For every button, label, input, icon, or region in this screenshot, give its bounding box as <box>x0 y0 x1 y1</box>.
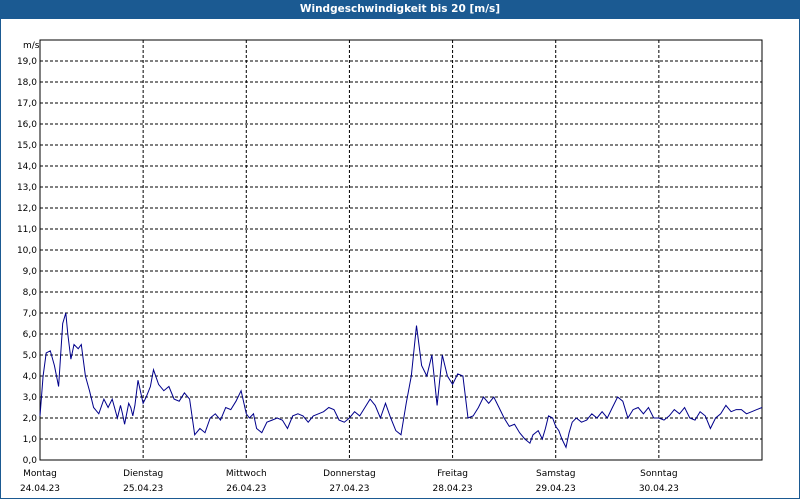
x-tick-day: Donnerstag <box>323 469 376 479</box>
y-tick-label: 8,0 <box>23 288 38 298</box>
grid-lines <box>40 39 763 460</box>
y-tick-label: 1,0 <box>23 435 38 445</box>
x-tick-date: 25.04.23 <box>123 484 163 494</box>
y-tick-label: 14,0 <box>17 162 37 172</box>
series-group <box>39 312 763 449</box>
y-axis-unit: m/s <box>23 41 40 51</box>
x-tick-date: 24.04.23 <box>20 484 60 494</box>
y-tick-label: 9,0 <box>23 267 38 277</box>
y-tick-label: 5,0 <box>23 351 38 361</box>
x-tick-date: 27.04.23 <box>329 484 369 494</box>
y-tick-label: 3,0 <box>23 393 38 403</box>
wind-speed-line <box>39 312 763 449</box>
y-tick-label: 12,0 <box>17 204 37 214</box>
x-tick-day: Dienstag <box>123 469 163 479</box>
y-tick-label: 18,0 <box>17 78 37 88</box>
x-tick-date: 30.04.23 <box>639 484 679 494</box>
y-tick-label: 17,0 <box>17 99 37 109</box>
y-tick-labels: 0,0 1,0 2,0 3,0 4,0 5,0 6,0 7,0 8,0 9,0 10,0 11,0 12… <box>17 57 37 466</box>
wind-speed-chart: 0,0 1,0 2,0 3,0 4,0 5,0 6,0 7,0 8,0 9,0 10,0 11,0 12… <box>17 39 763 494</box>
x-tick-day: Mittwoch <box>226 469 267 479</box>
y-tick-label: 10,0 <box>17 246 37 256</box>
y-tick-label: 7,0 <box>23 309 38 319</box>
y-tick-label: 0,0 <box>23 456 38 466</box>
y-tick-label: 4,0 <box>23 372 38 382</box>
x-tick-date: 26.04.23 <box>226 484 266 494</box>
y-tick-label: 19,0 <box>17 57 37 67</box>
y-tick-label: 2,0 <box>23 414 38 424</box>
x-tick-day: Montag <box>23 469 57 479</box>
x-tick-date: 29.04.23 <box>536 484 576 494</box>
x-tick-day: Freitag <box>437 469 468 479</box>
y-tick-label: 16,0 <box>17 120 37 130</box>
y-tick-label: 11,0 <box>17 225 37 235</box>
y-tick-label: 13,0 <box>17 183 37 193</box>
y-tick-label: 6,0 <box>23 330 38 340</box>
x-tick-labels: Montag 24.04.23 Dienstag 25.04.23 Mittwoch 26… <box>20 469 679 494</box>
x-tick-date: 28.04.23 <box>433 484 473 494</box>
x-tick-day: Sonntag <box>640 469 677 479</box>
y-tick-label: 15,0 <box>17 141 37 151</box>
x-tick-day: Samstag <box>536 469 575 479</box>
